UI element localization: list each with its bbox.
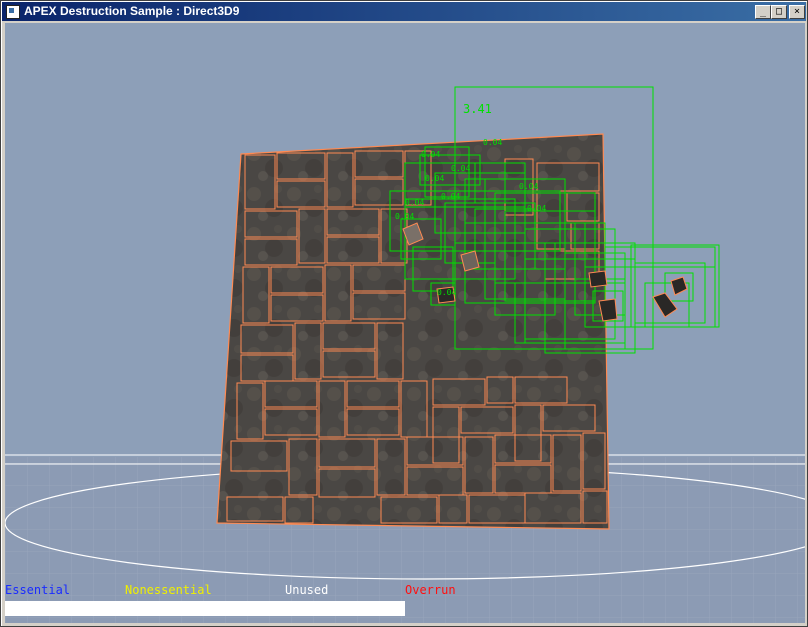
minimize-button[interactable]: _ — [755, 5, 771, 19]
debug-label-main: 3.41 — [463, 102, 492, 116]
budget-usage-bar — [5, 601, 405, 616]
debug-label: 0.04 — [421, 150, 440, 159]
debug-label: 0.04 — [483, 138, 502, 147]
debug-label: 0.04 — [527, 204, 546, 213]
debug-label: 0.04 — [441, 192, 460, 201]
render-viewport[interactable]: 3.41 0.04 0.04 0.04 0.04 0.04 0.04 0.04 0.04 0.0… — [5, 23, 805, 623]
debris-chunk — [588, 270, 608, 288]
debug-label: 0.04 — [451, 164, 470, 173]
legend-nonessential: Nonessential — [125, 583, 212, 597]
maximize-button[interactable]: □ — [771, 5, 787, 19]
debug-label: 0.04 — [519, 182, 538, 191]
window-title: APEX Destruction Sample : Direct3D9 — [24, 4, 240, 18]
legend-essential: Essential — [5, 583, 71, 597]
legend-unused: Unused — [285, 583, 329, 597]
debug-label: 0.04 — [395, 212, 414, 221]
debug-label: 0.04 — [405, 198, 424, 207]
debug-label: 0.04 — [425, 174, 444, 183]
title-bar[interactable]: APEX Destruction Sample : Direct3D9 _ □ … — [2, 2, 806, 21]
app-icon[interactable] — [6, 5, 20, 19]
debug-label: 0.04 — [437, 288, 456, 297]
app-window: APEX Destruction Sample : Direct3D9 _ □ … — [0, 0, 808, 627]
scene-canvas[interactable]: 3.41 0.04 0.04 0.04 0.04 0.04 0.04 0.04 0.04 0.0… — [5, 23, 805, 623]
legend-overrun: Overrun — [405, 583, 456, 597]
close-button[interactable]: × — [789, 5, 805, 19]
